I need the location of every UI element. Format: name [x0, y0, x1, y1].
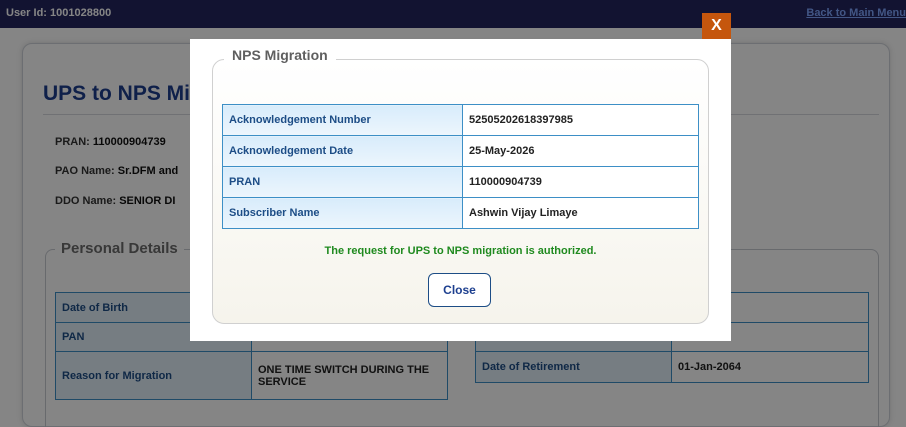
modal-legend: NPS Migration [224, 47, 336, 63]
table-value: 25-May-2026 [462, 135, 699, 167]
success-message: The request for UPS to NPS migration is … [324, 245, 597, 257]
table-label: Acknowledgement Date [222, 135, 463, 167]
close-icon[interactable]: X [702, 13, 731, 39]
table-value: 110000904739 [462, 166, 699, 198]
table-row: Subscriber Name Ashwin Vijay Limaye [222, 197, 699, 229]
table-row: Acknowledgement Number 52505202618397985 [222, 104, 699, 136]
table-label: Subscriber Name [222, 197, 463, 229]
table-row: PRAN 110000904739 [222, 166, 699, 198]
table-value: 52505202618397985 [462, 104, 699, 136]
table-row: Acknowledgement Date 25-May-2026 [222, 135, 699, 167]
table-value: Ashwin Vijay Limaye [462, 197, 699, 229]
table-label: Acknowledgement Number [222, 104, 463, 136]
close-button[interactable]: Close [428, 273, 491, 307]
table-label: PRAN [222, 166, 463, 198]
acknowledgement-table: Acknowledgement Number 52505202618397985… [222, 104, 699, 229]
